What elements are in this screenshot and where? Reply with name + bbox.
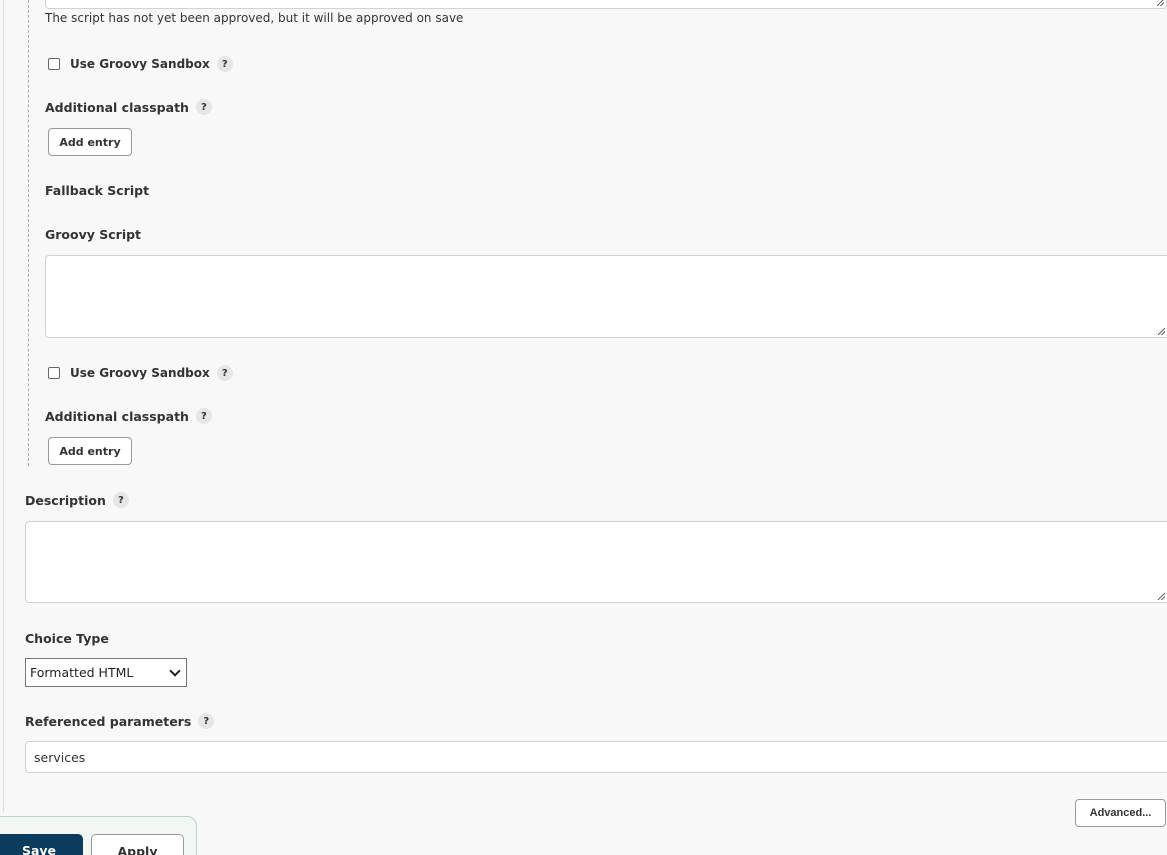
fallback-use-groovy-sandbox-checkbox[interactable] [48, 367, 60, 379]
help-icon[interactable]: ? [216, 365, 233, 381]
fallback-script-heading: Fallback Script [45, 183, 150, 198]
referenced-parameters-input[interactable]: services [25, 741, 1167, 773]
referenced-parameters-label: Referenced parameters ? [25, 713, 215, 729]
additional-classpath-text: Additional classpath [45, 99, 189, 115]
choice-type-select[interactable]: Formatted HTML [25, 658, 187, 687]
use-groovy-sandbox-row[interactable]: Use Groovy Sandbox ? [48, 56, 233, 72]
resize-handle-icon[interactable] [1158, 328, 1165, 335]
referenced-parameters-text: Referenced parameters [25, 713, 192, 729]
help-icon[interactable]: ? [198, 713, 215, 729]
page: The script has not yet been approved, bu… [0, 0, 1167, 855]
description-label-text: Description [25, 492, 106, 508]
approval-note: The script has not yet been approved, bu… [45, 11, 464, 25]
fallback-use-groovy-sandbox-row[interactable]: Use Groovy Sandbox ? [48, 365, 233, 381]
use-groovy-sandbox-label: Use Groovy Sandbox [70, 57, 210, 71]
script-textarea[interactable] [45, 0, 1167, 9]
resize-handle-icon[interactable] [1158, 593, 1165, 600]
fallback-use-groovy-sandbox-label: Use Groovy Sandbox [70, 366, 210, 380]
additional-classpath-label: Additional classpath ? [45, 99, 212, 115]
nested-section-border [28, 0, 29, 466]
chevron-down-icon [169, 664, 181, 677]
choice-type-selected: Formatted HTML [30, 665, 134, 680]
add-entry-button[interactable]: Add entry [48, 128, 132, 156]
fallback-additional-classpath-text: Additional classpath [45, 408, 189, 424]
resize-handle-icon[interactable] [1157, 0, 1164, 6]
save-button[interactable]: Save [0, 834, 83, 855]
fallback-additional-classpath-label: Additional classpath ? [45, 408, 212, 424]
help-icon[interactable]: ? [195, 99, 212, 115]
help-icon[interactable]: ? [195, 408, 212, 424]
section-border [3, 0, 4, 812]
fallback-add-entry-button[interactable]: Add entry [48, 437, 132, 465]
advanced-button[interactable]: Advanced... [1075, 799, 1166, 827]
description-textarea[interactable] [25, 521, 1167, 603]
help-icon[interactable]: ? [216, 56, 233, 72]
groovy-script-label: Groovy Script [45, 227, 142, 242]
referenced-parameters-value: services [34, 749, 86, 765]
fallback-groovy-script-textarea[interactable] [45, 255, 1167, 338]
use-groovy-sandbox-checkbox[interactable] [48, 58, 60, 70]
description-label: Description ? [25, 492, 129, 508]
apply-button[interactable]: Apply [91, 834, 184, 855]
help-icon[interactable]: ? [112, 492, 129, 508]
choice-type-label: Choice Type [25, 631, 109, 646]
